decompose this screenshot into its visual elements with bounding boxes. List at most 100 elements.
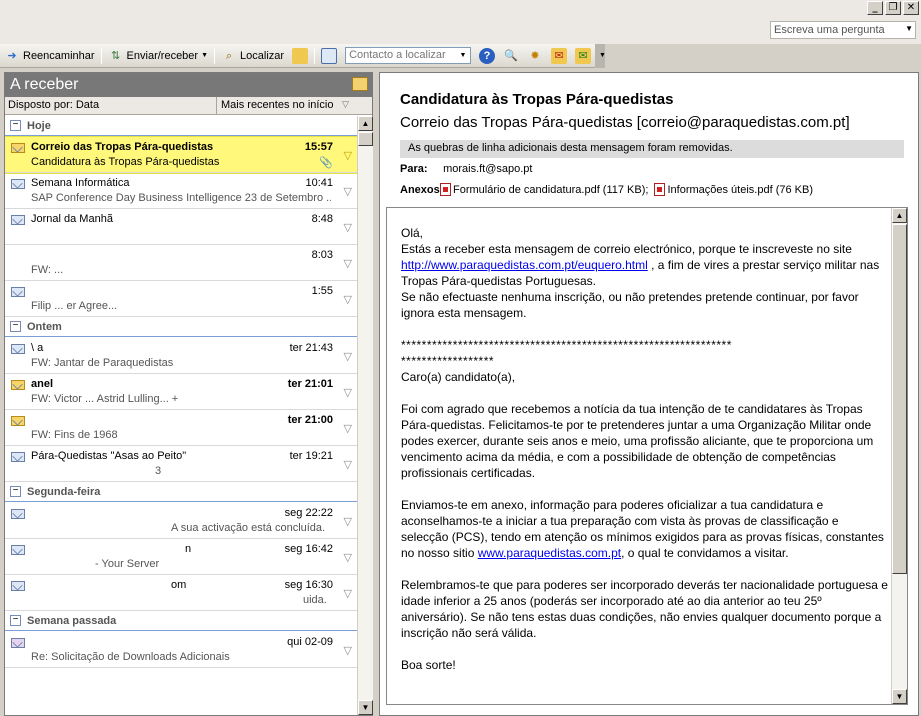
closing: Boa sorte! (401, 658, 456, 672)
ask-question-input[interactable]: Escreva uma pergunta ▼ (770, 21, 916, 39)
scroll-down-icon[interactable]: ▼ (358, 700, 373, 715)
forward-label: Reencaminhar (23, 49, 95, 62)
group-header-yesterday[interactable]: − Ontem (5, 317, 357, 337)
scroll-up-icon[interactable]: ▲ (892, 208, 907, 223)
mail-flag-button[interactable]: ✉ (547, 46, 571, 66)
list-item[interactable]: Semana Informática 10:41 SAP Conference … (5, 173, 357, 209)
message-time: qui 02-09 (287, 636, 333, 648)
message-body: Olá, Estás a receber esta mensagem de co… (386, 207, 908, 705)
message-subject: Candidatura às Tropas Pára-quedistas (31, 156, 220, 168)
attachment-form[interactable]: Formulário de candidatura.pdf (117 KB); (453, 184, 648, 196)
close-button[interactable]: ✕ (903, 1, 919, 15)
scroll-thumb[interactable] (892, 224, 907, 574)
site-link[interactable]: www.paraquedistas.com.pt (478, 546, 621, 560)
recipient-line: Para: morais.ft@sapo.pt (400, 163, 533, 175)
list-item[interactable]: \ a ter 21:43 FW: Jantar de Paraquedista… (5, 338, 357, 374)
group-label: Hoje (27, 120, 51, 132)
flag-icon[interactable]: ▽ (344, 644, 352, 657)
flag-icon[interactable]: ▽ (344, 257, 352, 270)
arrange-by-label[interactable]: Disposto por: Data (8, 99, 99, 111)
scroll-up-icon[interactable]: ▲ (358, 116, 373, 131)
send-receive-label: Enviar/receber (126, 49, 199, 62)
list-item[interactable]: n seg 16:42 - Your Server ▽ (5, 539, 357, 575)
list-item[interactable]: Correio das Tropas Pára-quedistas 15:57 … (5, 136, 357, 174)
group-header-last-week[interactable]: − Semana passada (5, 611, 357, 631)
find-button[interactable]: ⌕ Localizar (217, 46, 288, 66)
flag-icon[interactable]: ▽ (344, 293, 352, 306)
message-subject: FW: Jantar de Paraquedistas (31, 357, 174, 369)
flag-icon[interactable]: ▽ (344, 149, 352, 162)
chevron-down-icon[interactable]: ▼ (201, 52, 208, 59)
sort-arrow-icon[interactable]: ▽ (342, 99, 349, 110)
forward-button[interactable]: ➜ Reencaminhar (0, 46, 99, 66)
recipient-address[interactable]: morais.ft@sapo.pt (443, 163, 532, 175)
salutation: Caro(a) candidato(a), (401, 370, 516, 384)
envelope-icon (11, 143, 25, 153)
collapse-icon[interactable]: − (10, 615, 21, 626)
flag-icon[interactable]: ▽ (344, 551, 352, 564)
organize-button[interactable] (288, 46, 312, 66)
list-item[interactable]: Jornal da Manhã 8:48 ▽ (5, 209, 357, 245)
flag-icon[interactable]: ▽ (344, 386, 352, 399)
gear-button[interactable]: ✸ (523, 46, 547, 66)
message-subject: 3 (155, 465, 162, 477)
find-contact-input[interactable]: Contacto a localizar ▼ (345, 47, 471, 64)
sort-bar[interactable]: Disposto por: Data Mais recentes no iníc… (5, 97, 372, 115)
preview-button[interactable]: 🔍 (499, 46, 523, 66)
collapse-icon[interactable]: − (10, 486, 21, 497)
flag-icon[interactable]: ▽ (344, 515, 352, 528)
scroll-down-icon[interactable]: ▼ (892, 689, 907, 704)
address-book-button[interactable] (317, 46, 341, 66)
sort-order-label[interactable]: Mais recentes no início (216, 97, 338, 114)
envelope-open-icon (11, 509, 25, 519)
flag-icon[interactable]: ▽ (344, 350, 352, 363)
body-paragraph: Relembramos-te que para poderes ser inco… (401, 578, 888, 640)
chevron-down-icon[interactable]: ▼ (905, 24, 913, 33)
restore-button[interactable]: ❐ (885, 1, 901, 15)
flag-icon[interactable]: ▽ (344, 458, 352, 471)
group-header-monday[interactable]: − Segunda-feira (5, 482, 357, 502)
reading-sender[interactable]: Correio das Tropas Pára-quedistas [corre… (400, 114, 850, 131)
chevron-down-icon[interactable]: ▼ (457, 49, 469, 62)
list-item[interactable]: 8:03 FW: ... ▽ (5, 245, 357, 281)
list-item[interactable]: seg 22:22 A sua activação está concluída… (5, 503, 357, 539)
help-icon: ? (479, 47, 495, 64)
group-label: Ontem (27, 321, 62, 333)
toolbar-options-button[interactable]: ▼ (595, 43, 606, 68)
standard-toolbar: ➜ Reencaminhar ⇅ Enviar/receber ▼ ⌕ Loca… (0, 43, 606, 68)
flag-icon[interactable]: ▽ (344, 422, 352, 435)
message-sender: Pára-Quedistas "Asas ao Peito" (31, 450, 187, 462)
list-item[interactable]: ter 21:00 FW: Fins de 1968 ▽ (5, 410, 357, 446)
flag-icon[interactable]: ▽ (344, 221, 352, 234)
message-sender: anel (31, 378, 54, 390)
message-subject: SAP Conference Day Business Intelligence… (31, 192, 331, 204)
collapse-icon[interactable]: − (10, 321, 21, 332)
body-text: Estás a receber esta mensagem de correio… (401, 242, 852, 256)
help-button[interactable]: ? (475, 46, 499, 66)
attachment-info[interactable]: Informações úteis.pdf (76 KB) (667, 184, 813, 196)
collapse-icon[interactable]: − (10, 120, 21, 131)
message-list-scrollbar[interactable]: ▲ ▼ (357, 116, 373, 715)
list-item[interactable]: om seg 16:30 uida. ▽ (5, 575, 357, 611)
message-body-scrollbar[interactable]: ▲ ▼ (891, 208, 907, 704)
outlook-window: _ ❐ ✕ Escreva uma pergunta ▼ ➜ Reencamin… (0, 0, 921, 716)
scroll-thumb[interactable] (358, 132, 373, 146)
group-header-today[interactable]: − Hoje (5, 116, 357, 136)
message-subject: A sua activação está concluída. (171, 522, 326, 534)
signup-link[interactable]: http://www.paraquedistas.com.pt/euquero.… (401, 258, 648, 272)
list-item[interactable]: qui 02-09 Re: Solicitação de Downloads A… (5, 632, 357, 668)
list-item[interactable]: 1:55 Filip ... er Agree... ▽ (5, 281, 357, 317)
envelope-open-icon (11, 344, 25, 354)
mail-check-button[interactable]: ✉ (571, 46, 595, 66)
send-receive-button[interactable]: ⇅ Enviar/receber ▼ (104, 46, 212, 66)
message-list-pane: A receber Disposto por: Data Mais recent… (4, 72, 373, 716)
find-icon: ⌕ (225, 49, 233, 62)
flag-icon[interactable]: ▽ (344, 587, 352, 600)
list-item[interactable]: Pára-Quedistas "Asas ao Peito" ter 19:21… (5, 446, 357, 482)
pdf-icon (440, 183, 451, 196)
flag-icon[interactable]: ▽ (344, 185, 352, 198)
minimize-button[interactable]: _ (867, 1, 883, 15)
info-bar[interactable]: As quebras de linha adicionais desta men… (400, 140, 904, 158)
message-time: 10:41 (305, 177, 333, 189)
list-item[interactable]: anel ter 21:01 FW: Victor ... Astrid Lul… (5, 374, 357, 410)
